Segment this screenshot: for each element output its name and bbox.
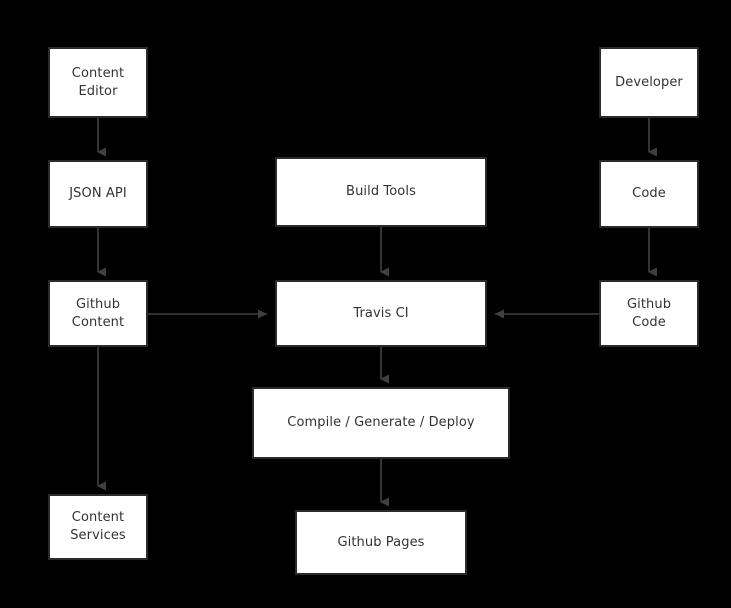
node-developer[interactable]: Developer — [599, 47, 699, 118]
node-json-api[interactable]: JSON API — [48, 160, 148, 228]
diagram-canvas: Content Editor JSON API Github Content C… — [0, 0, 731, 608]
node-github-code[interactable]: Github Code — [599, 280, 699, 347]
node-build-tools[interactable]: Build Tools — [275, 157, 487, 227]
node-code[interactable]: Code — [599, 160, 699, 228]
node-travis-ci[interactable]: Travis CI — [275, 280, 487, 347]
node-github-pages[interactable]: Github Pages — [295, 510, 467, 575]
node-github-content[interactable]: Github Content — [48, 280, 148, 347]
node-content-editor[interactable]: Content Editor — [48, 47, 148, 118]
node-content-services[interactable]: Content Services — [48, 494, 148, 560]
node-compile-generate-deploy[interactable]: Compile / Generate / Deploy — [252, 387, 510, 459]
